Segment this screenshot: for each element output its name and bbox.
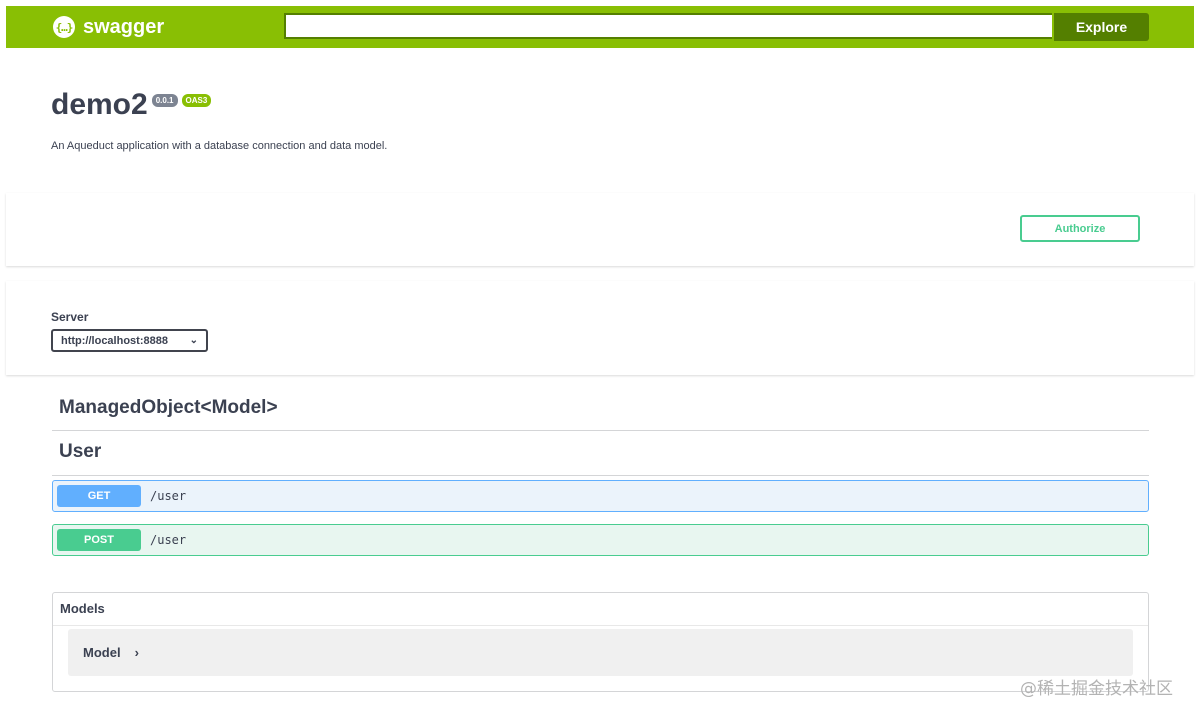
logo-text: swagger — [83, 15, 165, 38]
tag-user[interactable]: User — [52, 441, 1149, 476]
server-section: Server http://localhost:8888 ⌄ — [6, 281, 1194, 375]
divider — [53, 625, 1148, 626]
server-select-value: http://localhost:8888 — [61, 334, 168, 347]
explore-button[interactable]: Explore — [1054, 13, 1149, 41]
method-badge: GET — [57, 485, 141, 507]
swagger-logo-icon: {…} — [53, 16, 75, 38]
api-title-block: demo2 0.0.1 OAS3 — [51, 88, 212, 122]
chevron-right-icon: › — [134, 645, 139, 660]
tag-label: User — [59, 441, 102, 462]
operation-post-user[interactable]: POST /user — [52, 524, 1149, 556]
models-section: Models Model › — [52, 592, 1149, 692]
auth-section: Authorize — [6, 193, 1194, 266]
operation-path: /user — [150, 489, 187, 503]
authorize-button[interactable]: Authorize — [1020, 215, 1140, 242]
model-name: Model — [83, 645, 121, 660]
api-title: demo2 — [51, 88, 148, 121]
version-badge: 0.0.1 — [151, 94, 178, 107]
watermark: @稀土掘金技术社区 — [1020, 679, 1173, 699]
swagger-logo[interactable]: {…} swagger — [53, 15, 164, 39]
models-title[interactable]: Models — [60, 601, 105, 616]
operation-get-user[interactable]: GET /user — [52, 480, 1149, 512]
tag-label: ManagedObject<Model> — [59, 397, 278, 418]
tag-managed-object[interactable]: ManagedObject<Model> — [52, 397, 1149, 431]
chevron-down-icon: ⌄ — [189, 335, 198, 346]
spec-url-input[interactable] — [284, 13, 1052, 39]
method-badge: POST — [57, 529, 141, 551]
top-bar: {…} swagger Explore — [6, 6, 1194, 48]
operation-path: /user — [150, 533, 187, 547]
api-description: An Aqueduct application with a database … — [51, 140, 388, 152]
server-label: Server — [51, 310, 89, 324]
server-select[interactable]: http://localhost:8888 ⌄ — [51, 329, 208, 352]
model-item[interactable]: Model › — [68, 629, 1133, 676]
oas-badge: OAS3 — [181, 94, 212, 107]
